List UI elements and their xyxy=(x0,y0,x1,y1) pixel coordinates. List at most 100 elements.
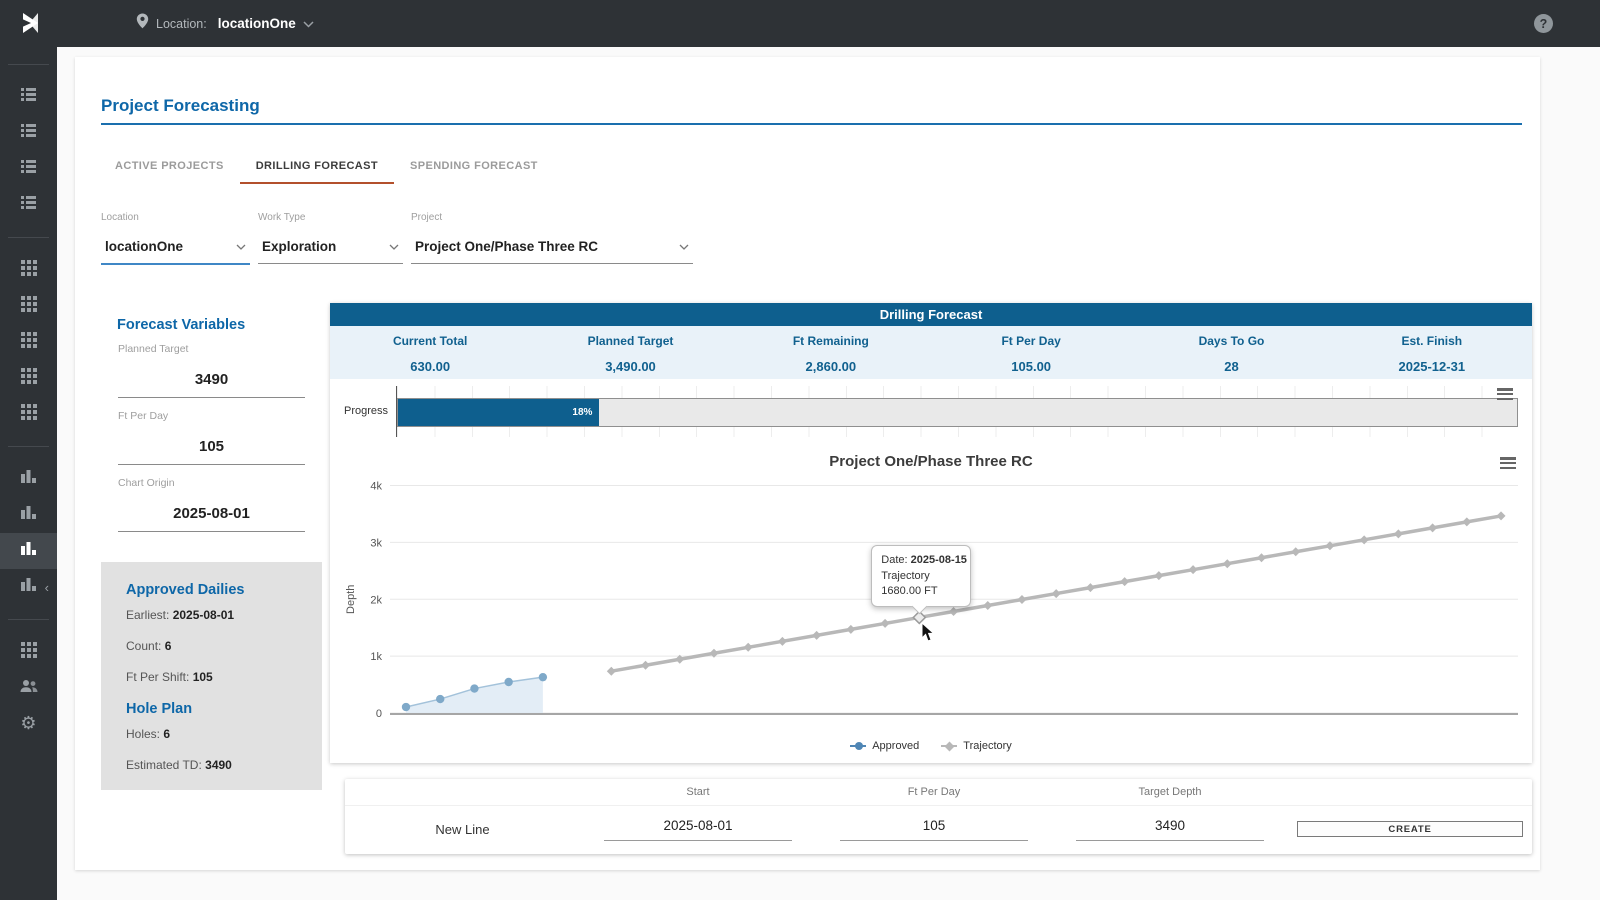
sidebar-item-2-0[interactable] xyxy=(0,461,57,497)
summary-item: Estimated TD: 3490 xyxy=(126,758,297,772)
create-button[interactable]: CREATE xyxy=(1297,821,1523,837)
sidebar-item-1-2[interactable] xyxy=(0,324,57,360)
legend-label: Trajectory xyxy=(963,740,1012,752)
stat-days-to-go: Days To Go28 xyxy=(1131,326,1331,379)
sidebar-item-1-3[interactable] xyxy=(0,360,57,396)
new-line-input[interactable]: 3490 xyxy=(1076,818,1264,841)
title-divider xyxy=(101,123,1522,125)
sidebar-item-0-1[interactable] xyxy=(0,115,57,151)
stat-value: 105.00 xyxy=(931,359,1131,374)
trajectory-marker xyxy=(1120,577,1129,586)
variable-label: Planned Target xyxy=(118,343,305,355)
stat-est--finish: Est. Finish 2025-12-31 xyxy=(1332,326,1532,379)
trajectory-marker xyxy=(1223,559,1232,568)
tooltip-series: Trajectory xyxy=(881,569,961,583)
filter-value-row: Exploration xyxy=(258,237,403,264)
trajectory-marker xyxy=(1017,595,1026,604)
sidebar-item-2-2[interactable] xyxy=(0,533,57,569)
y-tick-label: 4k xyxy=(370,481,382,493)
y-axis-title: Depth xyxy=(345,585,357,614)
trajectory-marker xyxy=(949,607,958,616)
trajectory-marker xyxy=(1052,589,1061,598)
drilling-forecast-header: Drilling Forecast xyxy=(330,303,1532,326)
stat-planned-target: Planned Target3,490.00 xyxy=(530,326,730,379)
variable-input[interactable]: 105 xyxy=(118,438,305,465)
legend-marker-diamond xyxy=(941,745,957,747)
chevron-down-icon xyxy=(389,237,399,255)
new-line-header-start: Start xyxy=(580,786,816,798)
tab-drilling-forecast[interactable]: DRILLING FORECAST xyxy=(240,148,394,184)
variable-label: Chart Origin xyxy=(118,477,305,489)
collapse-chevron-icon[interactable]: ‹ xyxy=(45,580,49,595)
tooltip-date: 2025-08-15 xyxy=(911,554,967,566)
filter-value: Exploration xyxy=(262,239,336,254)
bar-chart-icon xyxy=(20,540,37,562)
legend-item-approved[interactable]: Approved xyxy=(850,740,919,752)
progress-track: 18% xyxy=(397,398,1518,427)
stat-ft-per-day: Ft Per Day 105.00 xyxy=(931,326,1131,379)
progress-chart-menu-icon[interactable] xyxy=(1497,388,1513,400)
progress-percent-label: 18% xyxy=(572,407,599,418)
new-line-header-target-depth: Target Depth xyxy=(1052,786,1288,798)
location-selector[interactable]: Location: locationOne xyxy=(136,0,314,47)
trajectory-marker xyxy=(1497,511,1506,520)
variable-field-chart-origin[interactable]: Chart Origin 2025-08-01 xyxy=(118,477,305,532)
approved-marker xyxy=(470,684,478,692)
filter-value-row: locationOne xyxy=(101,237,250,265)
trajectory-marker xyxy=(1189,565,1198,574)
new-line-card: StartFt Per DayTarget Depth New Line 202… xyxy=(345,779,1532,854)
sidebar-item-3-1[interactable] xyxy=(0,670,57,706)
sidebar-divider xyxy=(8,446,49,447)
stat-label: Ft Per Day xyxy=(931,334,1131,348)
sidebar-item-1-0[interactable] xyxy=(0,252,57,288)
summary-item: Earliest: 2025-08-01 xyxy=(126,608,297,622)
sidebar-item-1-1[interactable] xyxy=(0,288,57,324)
help-icon[interactable]: ? xyxy=(1534,14,1553,33)
filter-work-type[interactable]: Work Type Exploration xyxy=(258,212,403,275)
grid-icon xyxy=(21,260,37,281)
app-logo-icon[interactable] xyxy=(19,11,41,40)
legend-item-trajectory[interactable]: Trajectory xyxy=(941,740,1012,752)
variable-input[interactable]: 2025-08-01 xyxy=(118,505,305,532)
variable-field-ft-per-day[interactable]: Ft Per Day105 xyxy=(118,410,305,465)
sidebar-item-1-4[interactable] xyxy=(0,396,57,432)
location-value: locationOne xyxy=(218,16,296,31)
chevron-down-icon xyxy=(679,237,689,255)
stat-current-total: Current Total630.00 xyxy=(330,326,530,379)
bar-chart-icon xyxy=(20,468,37,490)
stat-value: 630.00 xyxy=(330,359,530,374)
stat-label: Days To Go xyxy=(1131,334,1331,348)
sidebar-item-3-2[interactable]: ⚙ xyxy=(0,706,57,742)
approved-marker xyxy=(436,695,444,703)
sidebar-item-3-0[interactable] xyxy=(0,634,57,670)
new-line-input[interactable]: 2025-08-01 xyxy=(604,818,792,841)
new-line-input[interactable]: 105 xyxy=(840,818,1028,841)
sidebar-item-0-0[interactable] xyxy=(0,79,57,115)
trajectory-marker xyxy=(1462,517,1471,526)
filter-value: Project One/Phase Three RC xyxy=(415,239,598,254)
sidebar-item-2-3[interactable]: ‹ xyxy=(0,569,57,605)
sidebar-item-2-1[interactable] xyxy=(0,497,57,533)
filter-project[interactable]: ProjectProject One/Phase Three RC xyxy=(411,212,693,275)
grid-icon xyxy=(21,296,37,317)
approved-marker xyxy=(402,703,410,711)
trajectory-marker xyxy=(1360,535,1369,544)
summary-item: Ft Per Shift: 105 xyxy=(126,670,297,684)
sidebar-item-0-3[interactable] xyxy=(0,187,57,223)
variable-field-planned-target[interactable]: Planned Target 3490 xyxy=(118,343,305,398)
summary-item: Holes: 6 xyxy=(126,727,297,741)
tab-spending-forecast[interactable]: SPENDING FORECAST xyxy=(394,148,554,184)
variable-input[interactable]: 3490 xyxy=(118,371,305,398)
sidebar-divider xyxy=(8,64,49,65)
trajectory-marker xyxy=(641,661,650,670)
mouse-cursor xyxy=(921,622,935,642)
filter-location[interactable]: LocationlocationOne xyxy=(101,212,250,275)
stat-value: 2025-12-31 xyxy=(1332,359,1532,374)
trajectory-marker xyxy=(846,625,855,634)
stat-label: Est. Finish xyxy=(1332,334,1532,348)
sidebar-item-0-2[interactable] xyxy=(0,151,57,187)
tab-active-projects[interactable]: ACTIVE PROJECTS xyxy=(99,148,240,184)
filter-label: Work Type xyxy=(258,212,403,223)
users-icon xyxy=(20,678,38,699)
forecast-variables-title: Forecast Variables xyxy=(117,317,245,333)
